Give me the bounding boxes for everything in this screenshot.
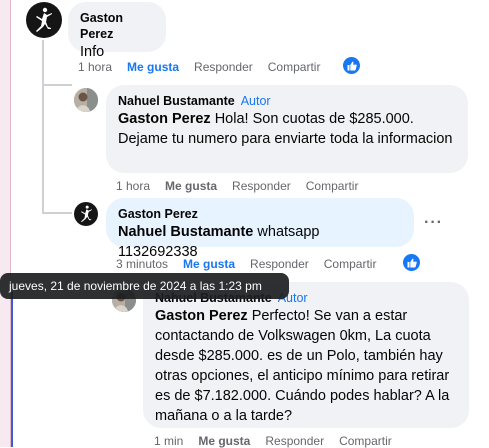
comment-text: Nahuel Bustamante whatsapp 1132692338 — [118, 222, 402, 262]
comment-timestamp[interactable]: 1 min — [154, 434, 183, 448]
comment-timestamp[interactable]: 3 minutos — [116, 257, 168, 271]
comment-body: Perfecto! Se van a estar contactando de … — [155, 308, 450, 424]
thread-line — [42, 212, 72, 214]
comment-text: Gaston Perez Perfecto! Se van a estar co… — [155, 306, 457, 426]
comment-author[interactable]: Nahuel Bustamante — [118, 94, 235, 108]
share-button[interactable]: Compartir — [324, 257, 377, 271]
reply-button[interactable]: Responder — [232, 179, 291, 193]
avatar[interactable] — [74, 202, 98, 226]
thread-focus-line — [11, 292, 13, 447]
like-button[interactable]: Me gusta — [183, 257, 235, 271]
mention-link[interactable]: Nahuel Bustamante — [118, 224, 253, 240]
thread-line — [42, 84, 72, 86]
comment-actions: 1 min Me gusta Responder Compartir — [154, 434, 407, 448]
reply-button[interactable]: Responder — [194, 60, 253, 74]
profile-photo-icon — [74, 88, 98, 112]
comment-text: Info — [80, 44, 105, 60]
comment-bubble: Gaston Perez Nahuel Bustamante whatsapp … — [106, 198, 414, 260]
mention-link[interactable]: Gaston Perez — [155, 308, 248, 324]
comment-author[interactable]: Gaston Perez — [118, 206, 402, 222]
author-badge: Autor — [240, 94, 271, 108]
share-button[interactable]: Compartir — [339, 434, 392, 448]
like-button[interactable]: Me gusta — [165, 179, 217, 193]
like-reaction-badge[interactable] — [403, 254, 420, 271]
comment-text: Gaston Perez Hola! Son cuotas de $285.00… — [118, 109, 456, 149]
comment-author-line: Nahuel Bustamante Autor — [118, 93, 456, 109]
comment-timestamp[interactable]: 1 hora — [116, 179, 150, 193]
mention-link[interactable]: Gaston Perez — [118, 111, 211, 127]
comment-actions: 3 minutos Me gusta Responder Compartir — [116, 257, 391, 271]
comment-actions: 1 hora Me gusta Responder Compartir — [116, 179, 373, 193]
thumbs-up-icon — [347, 61, 357, 70]
thread-line — [42, 40, 44, 212]
reply-button[interactable]: Responder — [265, 434, 324, 448]
share-button[interactable]: Compartir — [268, 60, 321, 74]
comment-bubble: Nahuel Bustamante Autor Gaston Perez Hola… — [106, 85, 468, 173]
comment-actions: 1 hora Me gusta Responder Compartir — [78, 60, 335, 74]
reply-button[interactable]: Responder — [250, 257, 309, 271]
like-button[interactable]: Me gusta — [127, 60, 179, 74]
jordan-logo-icon — [36, 7, 52, 32]
avatar[interactable] — [74, 88, 98, 112]
left-margin-strip — [0, 0, 11, 447]
comment-timestamp[interactable]: 1 hora — [78, 60, 112, 74]
share-button[interactable]: Compartir — [306, 179, 359, 193]
comment-bubble: Gaston Perez Info — [68, 2, 166, 60]
thumbs-up-icon — [407, 258, 417, 267]
jordan-logo-icon — [80, 205, 92, 223]
more-options-icon[interactable]: ··· — [424, 214, 443, 232]
like-button[interactable]: Me gusta — [198, 434, 250, 448]
timestamp-tooltip: jueves, 21 de noviembre de 2024 a las 1:… — [0, 273, 289, 299]
like-reaction-badge[interactable] — [343, 57, 360, 74]
comment-bubble: Nahuel BustamanteAutor Gaston Perez Perf… — [143, 282, 469, 428]
comment-author[interactable]: Gaston Perez — [80, 10, 154, 42]
avatar[interactable] — [26, 2, 62, 38]
